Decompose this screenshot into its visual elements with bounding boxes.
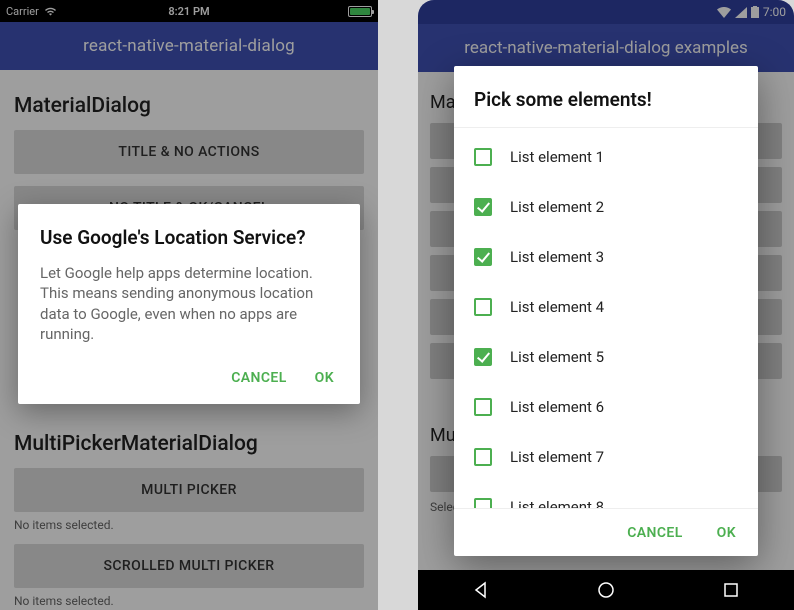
android-nav-bar	[418, 570, 794, 610]
list-item-label: List element 8	[510, 498, 604, 508]
list-item[interactable]: List element 3	[454, 232, 758, 282]
list-item-label: List element 6	[510, 398, 604, 416]
battery-icon	[348, 6, 372, 17]
list-item[interactable]: List element 1	[454, 132, 758, 182]
android-app-title: react-native-material-dialog examples	[464, 38, 748, 58]
list-item[interactable]: List element 4	[454, 282, 758, 332]
android-dialog: Pick some elements! List element 1List e…	[454, 66, 758, 556]
list-item[interactable]: List element 6	[454, 382, 758, 432]
checkbox[interactable]	[474, 298, 492, 316]
ios-app-title: react-native-material-dialog	[83, 36, 295, 56]
ios-app-bar: react-native-material-dialog	[0, 22, 378, 70]
recents-icon[interactable]	[722, 581, 740, 599]
ios-status-bar: Carrier 8:21 PM	[0, 0, 378, 22]
android-app-bar: react-native-material-dialog examples	[418, 24, 794, 72]
wifi-icon	[717, 7, 731, 18]
android-status-bar: 7:00	[418, 0, 794, 24]
button-title-no-actions[interactable]: TITLE & NO ACTIONS	[14, 130, 364, 174]
ios-screen: Carrier 8:21 PM react-native-material-di…	[0, 0, 378, 610]
list-item-label: List element 2	[510, 198, 604, 216]
battery-icon	[751, 6, 759, 18]
cancel-button[interactable]: CANCEL	[231, 370, 286, 386]
list-item-label: List element 1	[510, 148, 604, 166]
hint-no-items-2: No items selected.	[14, 594, 364, 608]
wifi-icon	[44, 6, 57, 16]
cancel-button[interactable]: CANCEL	[627, 525, 682, 541]
checkbox[interactable]	[474, 448, 492, 466]
ios-dialog: Use Google's Location Service? Let Googl…	[18, 204, 360, 404]
button-scrolled-multi-picker[interactable]: SCROLLED MULTI PICKER	[14, 544, 364, 588]
hint-no-items-1: No items selected.	[14, 518, 364, 532]
list-item[interactable]: List element 8	[454, 482, 758, 508]
list-item-label: List element 3	[510, 248, 604, 266]
android-screen: 7:00 react-native-material-dialog exampl…	[418, 0, 794, 610]
android-dialog-title: Pick some elements!	[454, 66, 758, 128]
section-title-multipicker: MultiPickerMaterialDialog	[14, 432, 364, 456]
android-dialog-actions: CANCEL OK	[454, 508, 758, 556]
checkbox[interactable]	[474, 148, 492, 166]
list-item-label: List element 5	[510, 348, 604, 366]
android-dialog-list[interactable]: List element 1 List element 2 List element…	[454, 128, 758, 508]
ok-button[interactable]: OK	[315, 370, 334, 386]
list-item-label: List element 7	[510, 448, 604, 466]
back-icon[interactable]	[472, 581, 490, 599]
button-multi-picker[interactable]: MULTI PICKER	[14, 468, 364, 512]
checkbox[interactable]	[474, 398, 492, 416]
ios-dialog-title: Use Google's Location Service?	[40, 226, 338, 249]
list-item[interactable]: List element 2	[454, 182, 758, 232]
checkbox[interactable]	[474, 248, 492, 266]
home-icon[interactable]	[597, 581, 615, 599]
checkbox[interactable]	[474, 498, 492, 508]
signal-icon	[735, 7, 747, 18]
checkbox[interactable]	[474, 348, 492, 366]
ok-button[interactable]: OK	[717, 525, 736, 541]
android-clock: 7:00	[763, 5, 786, 19]
ios-dialog-actions: CANCEL OK	[40, 364, 338, 392]
ios-clock: 8:21 PM	[168, 5, 209, 18]
ios-dialog-body: Let Google help apps determine location.…	[40, 263, 338, 344]
checkbox[interactable]	[474, 198, 492, 216]
section-title-material-dialog: MaterialDialog	[14, 94, 364, 118]
list-item[interactable]: List element 5	[454, 332, 758, 382]
ios-carrier-label: Carrier	[6, 5, 39, 18]
list-item[interactable]: List element 7	[454, 432, 758, 482]
list-item-label: List element 4	[510, 298, 604, 316]
